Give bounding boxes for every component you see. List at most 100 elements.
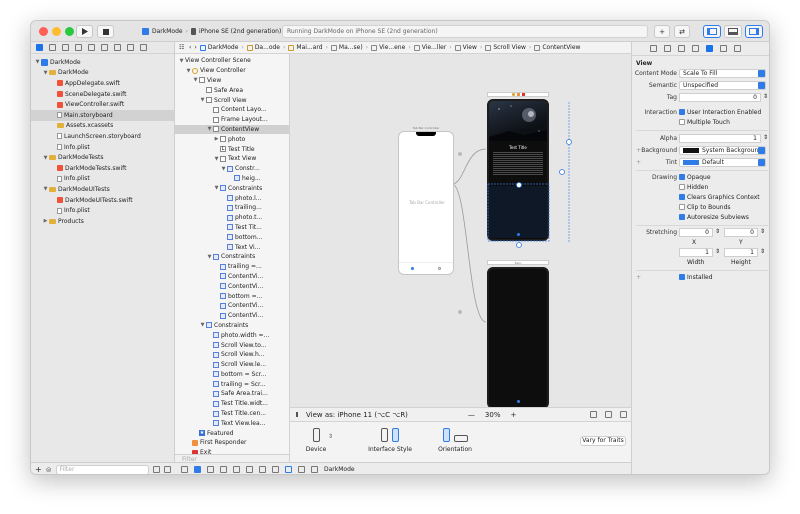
outline-item[interactable]: Frame Layout... <box>175 115 289 125</box>
run-button[interactable] <box>76 25 93 38</box>
tab-bar-controller-scene[interactable]: Tab Bar Controller <box>398 131 454 275</box>
navigator-toggle-button[interactable] <box>703 25 721 38</box>
outline-item[interactable]: ▼ Scroll View <box>175 95 289 105</box>
memory-graph-icon[interactable] <box>272 466 279 473</box>
disclosure-triangle-icon[interactable]: ▼ <box>213 185 220 191</box>
search-icon[interactable] <box>75 44 82 51</box>
device-config-icon[interactable] <box>296 412 298 417</box>
text-view[interactable] <box>493 152 543 176</box>
navigator-item[interactable]: Info.plist <box>31 174 174 185</box>
alpha-field[interactable]: 1 <box>679 134 761 143</box>
code-review-button[interactable]: ⇄ <box>674 25 690 38</box>
connections-inspector-icon[interactable] <box>734 45 741 52</box>
outline-item[interactable]: First Responder <box>175 438 289 448</box>
outline-item[interactable]: trailing... <box>175 203 289 213</box>
outline-item[interactable]: ▼ View Controller <box>175 66 289 76</box>
breadcrumb-item[interactable]: View <box>454 44 477 51</box>
tint-popup[interactable]: Default <box>679 158 766 167</box>
view-as-label[interactable]: View as: iPhone 11 (⌥C ⌥R) <box>306 411 408 419</box>
disclosure-triangle-icon[interactable]: ▼ <box>199 322 206 328</box>
minimize-window-button[interactable] <box>52 27 61 36</box>
outline-item[interactable]: ▼ Constraints <box>175 183 289 193</box>
navigator-item[interactable]: Assets.xcassets <box>31 121 174 132</box>
disclosure-triangle-icon[interactable]: ▼ <box>34 59 41 65</box>
back-icon[interactable]: ‹ <box>189 44 191 51</box>
forward-icon[interactable]: › <box>194 44 196 51</box>
opaque-checkbox[interactable]: Opaque <box>679 174 711 181</box>
outline-item[interactable]: Text Vi... <box>175 242 289 252</box>
outline-item[interactable]: ContentVi... <box>175 272 289 282</box>
stretch-x-field[interactable]: 0 <box>679 228 713 237</box>
navigator-item[interactable]: DarkModeUITests.swift <box>31 195 174 206</box>
outline-item[interactable]: trailing =... <box>175 262 289 272</box>
first-responder-icon[interactable] <box>516 93 520 96</box>
view-hierarchy-icon[interactable] <box>259 466 266 473</box>
disclosure-triangle-icon[interactable]: ▼ <box>42 186 49 192</box>
outline-item[interactable]: ▶ photo <box>175 134 289 144</box>
navigator-item[interactable]: Main.storyboard <box>31 109 174 121</box>
view-controller-icon[interactable] <box>511 93 515 96</box>
symbol-icon[interactable] <box>62 44 69 51</box>
debug-icon[interactable] <box>114 44 121 51</box>
test-icon[interactable] <box>101 44 108 51</box>
stretch-y-stepper[interactable]: ⇕ <box>760 228 765 235</box>
library-button[interactable]: + <box>654 25 670 38</box>
attributes-inspector-icon[interactable] <box>706 45 713 52</box>
inspector-toggle-button[interactable] <box>745 25 763 38</box>
storyboard-canvas[interactable]: Tab Bar Controller Tab Bar Controller Te… <box>290 54 631 407</box>
disclosure-triangle-icon[interactable]: ▼ <box>178 58 185 64</box>
align-icon[interactable] <box>605 411 613 418</box>
content-mode-popup[interactable]: Scale To Fill <box>679 69 766 78</box>
outline-item[interactable]: ContentVi... <box>175 301 289 311</box>
tag-field[interactable]: 0 <box>679 93 761 102</box>
pause-icon[interactable] <box>207 466 214 473</box>
star-icon[interactable] <box>411 267 414 270</box>
installed-add-variation-icon[interactable]: + <box>636 274 641 281</box>
breakpoint-icon[interactable] <box>127 44 134 51</box>
exit-icon[interactable] <box>521 93 525 96</box>
navigator-item[interactable]: ▼ DarkModeUITests <box>31 184 174 195</box>
file-inspector-icon[interactable] <box>650 45 657 52</box>
search-icon[interactable] <box>516 400 520 403</box>
outline-item[interactable]: photo.l... <box>175 193 289 203</box>
report-icon[interactable] <box>140 44 147 51</box>
outline-item[interactable]: Scroll View.h... <box>175 350 289 360</box>
zoom-in-button[interactable]: + <box>510 411 516 419</box>
outline-item[interactable]: photo.width =... <box>175 330 289 340</box>
outline-item[interactable]: trailing = Scr... <box>175 379 289 389</box>
debug-area-toggle-button[interactable] <box>724 25 742 38</box>
navigator-item[interactable]: Info.plist <box>31 205 174 216</box>
add-file-button[interactable]: + <box>35 465 42 474</box>
close-window-button[interactable] <box>39 27 48 36</box>
stretch-y-field[interactable]: 0 <box>724 228 758 237</box>
source-control-icon[interactable] <box>49 44 56 51</box>
device-option[interactable]: Device <box>302 428 330 453</box>
orientation-option[interactable]: Orientation <box>430 428 480 453</box>
stop-button[interactable] <box>97 25 114 38</box>
outline-item[interactable]: ▼ View Controller Scene <box>175 56 289 66</box>
navigator-item[interactable]: AppDelegate.swift <box>31 78 174 89</box>
dark-mode-icon[interactable] <box>392 428 399 442</box>
zoom-window-button[interactable] <box>65 27 74 36</box>
identity-inspector-icon[interactable] <box>692 45 699 52</box>
navigator-item[interactable]: LaunchScreen.storyboard <box>31 131 174 142</box>
disclosure-triangle-icon[interactable]: ▶ <box>42 218 49 224</box>
disclosure-triangle-icon[interactable]: ▼ <box>206 126 213 132</box>
background-popup[interactable]: System Backgroun... <box>679 146 766 155</box>
zoom-out-button[interactable]: — <box>468 411 475 419</box>
outline-item[interactable]: Scroll View.to... <box>175 340 289 350</box>
outline-item[interactable]: bottom = Scr... <box>175 370 289 380</box>
environment-overrides-icon[interactable] <box>285 466 292 473</box>
portrait-icon[interactable] <box>442 428 450 442</box>
breadcrumb-item[interactable]: DarkMode <box>199 44 238 51</box>
breadcrumb-item[interactable]: Vie...ller <box>413 44 446 51</box>
zoom-level[interactable]: 30% <box>485 411 501 419</box>
disclosure-triangle-icon[interactable]: ▼ <box>42 155 49 161</box>
outline-item[interactable]: ▼ Text View <box>175 154 289 164</box>
navigator-item[interactable]: ▶ Products <box>31 216 174 227</box>
stretch-height-stepper[interactable]: ⇕ <box>760 248 765 255</box>
outline-item[interactable]: Content Layo... <box>175 105 289 115</box>
search-icon[interactable] <box>438 267 441 270</box>
outline-item[interactable]: ContentVi... <box>175 311 289 321</box>
disclosure-triangle-icon[interactable]: ▼ <box>220 166 227 172</box>
